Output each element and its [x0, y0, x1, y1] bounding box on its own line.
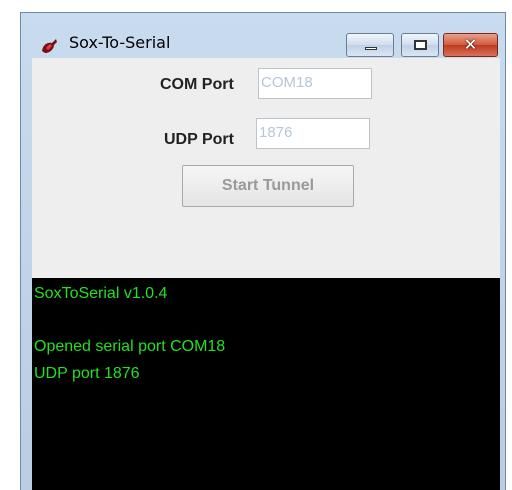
minimize-icon [365, 47, 377, 50]
client-area: COM Port COM18 UDP Port 1876 Start Tunne… [32, 58, 500, 490]
close-button[interactable]: ✕ [443, 33, 498, 57]
window-title: Sox-To-Serial [69, 33, 171, 52]
udp-port-label: UDP Port [164, 131, 234, 148]
console-line: Opened serial port COM18 [34, 338, 226, 355]
minimize-button[interactable] [346, 33, 394, 57]
com-port-field[interactable]: COM18 [258, 68, 372, 99]
udp-port-field[interactable]: 1876 [256, 118, 370, 149]
close-icon: ✕ [463, 35, 478, 54]
app-icon [42, 39, 57, 53]
maximize-icon [414, 40, 427, 50]
console-line: UDP port 1876 [34, 365, 140, 382]
maximize-button[interactable] [401, 33, 439, 57]
console-output: SoxToSerial v1.0.4 Opened serial port CO… [32, 278, 500, 490]
console-line: SoxToSerial v1.0.4 [34, 285, 168, 302]
com-port-label: COM Port [160, 76, 234, 93]
title-bar[interactable]: Sox-To-Serial ✕ [21, 13, 505, 59]
start-tunnel-button[interactable]: Start Tunnel [182, 165, 354, 207]
